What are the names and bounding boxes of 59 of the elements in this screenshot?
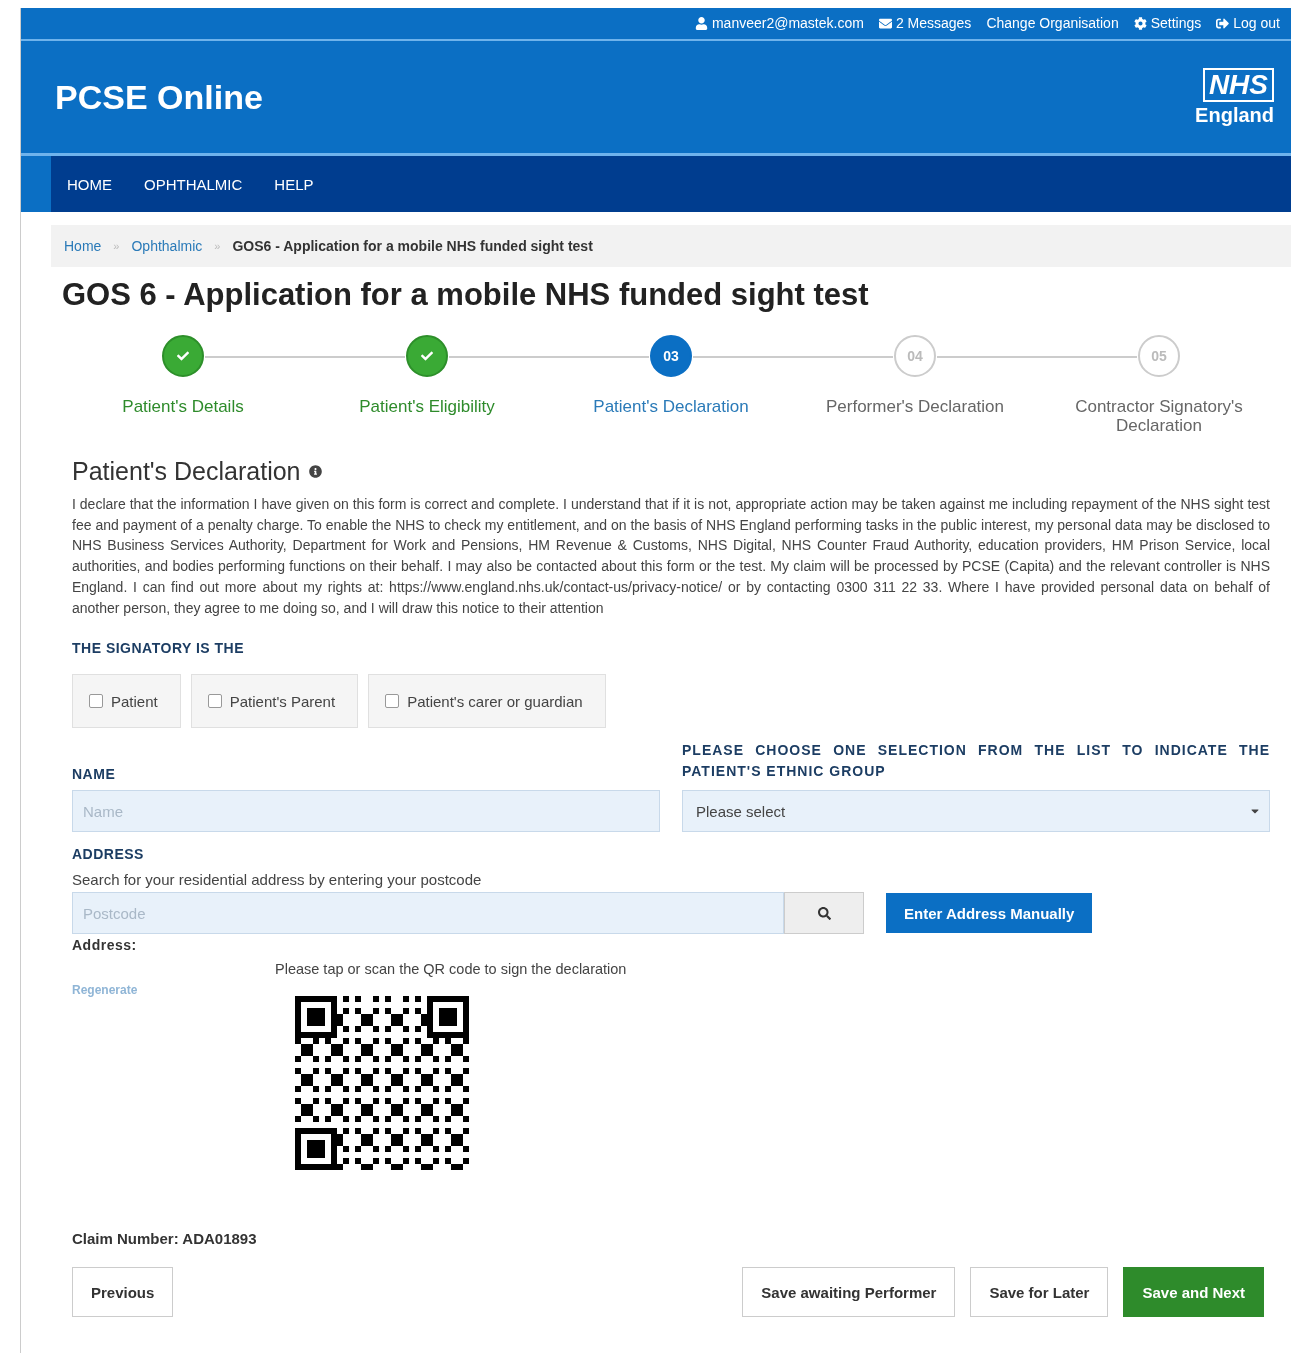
nav-link[interactable]: OPHTHALMIC: [144, 175, 243, 193]
claim-number: Claim Number: ADA01893: [72, 1230, 258, 1248]
breadcrumb-link[interactable]: Ophthalmic: [131, 238, 203, 254]
step-label: Patient's Details: [121, 397, 245, 416]
field-label: ADDRESS: [72, 846, 145, 863]
qr-code[interactable]: [295, 996, 469, 1171]
field-label: PLEASE CHOOSE ONE SELECTION FROM THE LIST TO INDICATE THE PATIENT'S ETHNIC GROUP: [682, 741, 1270, 782]
check-icon: [177, 350, 189, 362]
signatory-option[interactable]: Patient's Parent: [190, 674, 359, 729]
save-button[interactable]: Save and Next: [1123, 1267, 1264, 1318]
ethnic-group-select[interactable]: Please select: [682, 790, 1270, 833]
logo-name: England: [1195, 103, 1274, 127]
user-icon: [694, 16, 708, 30]
enter-address-button[interactable]: Enter Address Manually: [886, 893, 1093, 934]
save-button[interactable]: Save for Later: [970, 1267, 1109, 1318]
signatory-option[interactable]: Patient's carer or guardian: [368, 674, 606, 729]
step-label: Contractor Signatory's Declaration: [1074, 397, 1244, 435]
top-bar-link[interactable]: Log out: [1216, 15, 1280, 31]
field-label: NAME: [72, 766, 117, 783]
step-label: Patient's Declaration: [592, 397, 750, 416]
top-bar-link[interactable]: Change Organisation: [986, 15, 1119, 31]
checkbox[interactable]: [385, 694, 400, 709]
top-bar-link[interactable]: Settings: [1133, 15, 1202, 31]
search-button[interactable]: [784, 892, 864, 935]
address-label: Address:: [72, 937, 138, 954]
postcode-field[interactable]: Postcode: [72, 892, 784, 935]
page-title: GOS 6 - Application for a mobile NHS funded sight test: [62, 277, 870, 313]
breadcrumb-link[interactable]: Home: [64, 238, 102, 254]
previous-button[interactable]: Previous: [72, 1267, 174, 1318]
checkbox[interactable]: [207, 694, 222, 709]
name-field[interactable]: Name: [72, 790, 660, 833]
envelope-icon: [878, 16, 892, 30]
top-bar-link[interactable]: 2 Messages: [878, 15, 972, 31]
section-heading: Patient's Declaration: [72, 457, 301, 486]
step-label: Performer's Declaration: [825, 397, 1005, 416]
step-circle: 03: [650, 335, 692, 377]
logo-mark: NHS: [1202, 67, 1274, 102]
field-label: THE SIGNATORY IS THE: [72, 640, 246, 657]
logout-icon: [1216, 16, 1230, 30]
step-circle: 05: [1138, 335, 1180, 377]
declaration-text: I declare that the information I have given on this form is correct and complete. I understand that if it is not, appropriate action may be taken against me including repayment of the NHS sight test fee and payment of a penalty charge. To enable the NHS to check my entitlement, and on the basis of NHS England performing tasks in the public interest, my personal data may be disclosed to NHS Business Services Authority, Department for Work and Pensions, HM Revenue & Customs, NHS Digital, NHS Counter Fraud Authority, education providers, HM Prison Service, local authorities, and bodies performing functions on their behalf. I may also be contacted about this form or the test. My claim will be processed by PCSE (Capita) and the relevant controller is NHS England. I can find out more about my rights at: https://www.england.nhs.uk/contact-us/privacy-notice/ or by contacting 0300 311 22 33. Where I have provided personal data on behalf of another person, they agree to me doing so, and I will draw this notice to their attention: [72, 495, 1270, 618]
nav-link[interactable]: HOME: [67, 175, 112, 193]
check-icon: [421, 350, 433, 362]
hint-text: Search for your residential address by entering your postcode: [72, 871, 483, 889]
site-title: PCSE Online: [55, 77, 263, 117]
step-circle: 04: [894, 335, 936, 377]
settings-icon: [1133, 16, 1147, 30]
checkbox[interactable]: [89, 694, 103, 709]
breadcrumb-separator: »: [214, 240, 221, 252]
breadcrumb-current: GOS6 - Application for a mobile NHS funded sight test: [232, 238, 593, 254]
search-icon: [817, 906, 831, 920]
qr-instruction: Please tap or scan the QR code to sign the declaration: [275, 961, 627, 978]
info-icon: [308, 465, 322, 478]
nav-link[interactable]: HELP: [274, 175, 314, 193]
step-label: Patient's Eligibility: [358, 397, 496, 416]
top-bar-link[interactable]: manveer2@mastek.com: [694, 15, 864, 31]
save-button[interactable]: Save awaiting Performer: [742, 1267, 956, 1318]
breadcrumb-separator: »: [113, 240, 120, 252]
signatory-option[interactable]: Patient: [72, 674, 181, 729]
